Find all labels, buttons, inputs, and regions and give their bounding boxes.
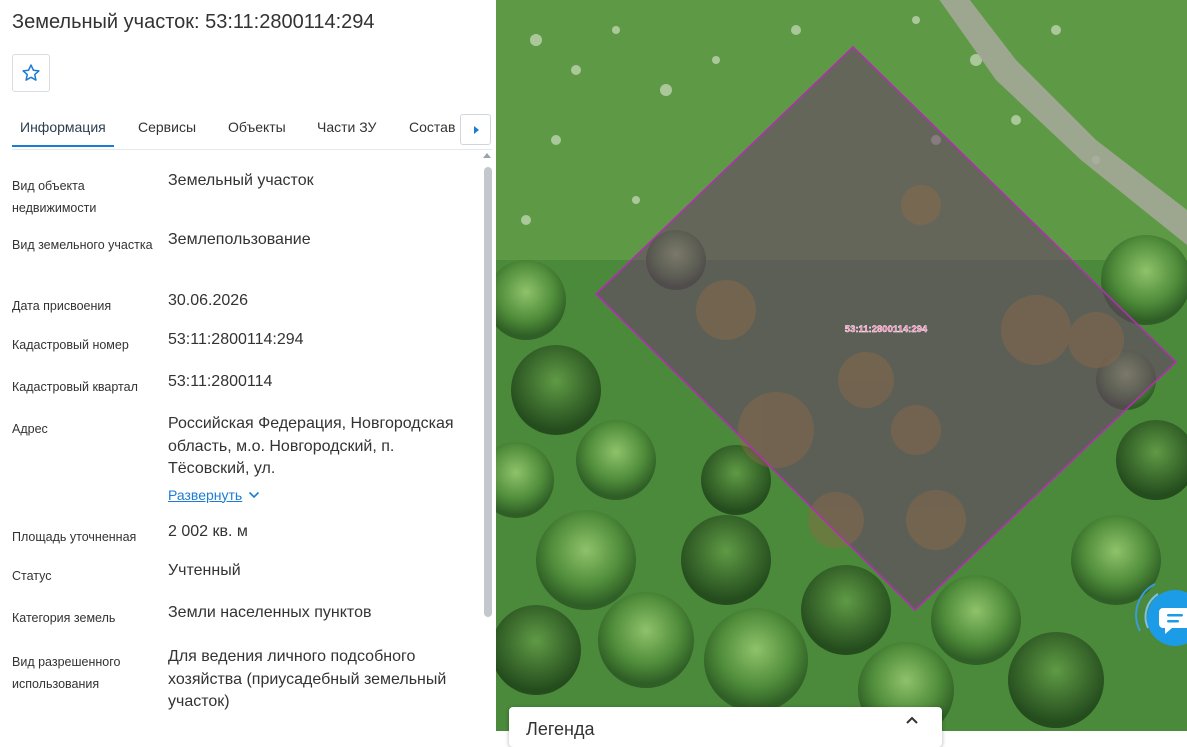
field-value: Для ведения личного подсобного хозяйства… [168,648,447,710]
field-label: Категория земель [12,611,116,625]
star-outline-icon [22,64,40,81]
chevron-down-icon [249,491,260,498]
field-label: Адрес [12,422,48,436]
tabs-scroll-right-button[interactable] [460,114,491,145]
parcel-label: 53:11:2800114:294 [845,324,928,335]
triangle-right-icon [473,125,479,134]
map-view[interactable]: 53:11:2800114:294 [496,0,1187,731]
field-label: Вид объекта недвижимости [12,179,97,215]
tab-objects[interactable]: Объекты [228,119,286,135]
scroll-up-arrow-icon[interactable] [483,153,491,158]
field-value: Земли населенных пунктов [168,604,372,621]
field-label: Дата присвоения [12,299,112,313]
tab-information[interactable]: Информация [20,119,106,135]
chevron-up-icon[interactable] [905,715,919,725]
chat-button[interactable] [1130,576,1187,656]
address-text: Российская Федерация, Новгородская облас… [168,415,454,477]
field-value: Учтенный [168,562,241,579]
favorite-button[interactable] [12,54,50,92]
field-value: 53:11:2800114 [168,373,273,390]
satellite-imagery: 53:11:2800114:294 [496,0,1187,731]
page-title: Земельный участок: 53:11:2800114:294 [12,11,375,33]
field-value: 30.06.2026 [168,292,249,309]
field-value: 2 002 кв. м [168,523,248,540]
field-label: Статус [12,569,52,583]
field-value: Российская Федерация, Новгородская облас… [168,413,473,507]
field-value: 53:11:2800114:294 [168,331,304,348]
tab-composition[interactable]: Состав [409,119,455,135]
field-value: Земельный участок [168,172,314,189]
field-label: Вид разрешенного использования [12,655,121,691]
info-panel: Земельный участок: 53:11:2800114:294 Инф… [0,0,496,731]
field-label: Кадастровый номер [12,338,129,352]
scrollbar-thumb[interactable] [484,167,492,617]
expand-address-link[interactable]: Развернуть [168,484,260,507]
expand-link-label: Развернуть [168,486,243,503]
field-value: Землепользование [168,231,311,248]
field-label: Вид земельного участка [12,238,153,252]
field-label: Площадь уточненная [12,530,137,544]
tab-services[interactable]: Сервисы [138,119,196,135]
field-label: Кадастровый квартал [12,380,138,394]
tab-parts[interactable]: Части ЗУ [317,119,376,135]
tab-bar: Информация Сервисы Объекты Части ЗУ Сост… [12,110,492,150]
legend-panel[interactable]: Легенда [509,707,942,747]
legend-title: Легенда [526,719,595,739]
active-tab-indicator [12,145,114,147]
